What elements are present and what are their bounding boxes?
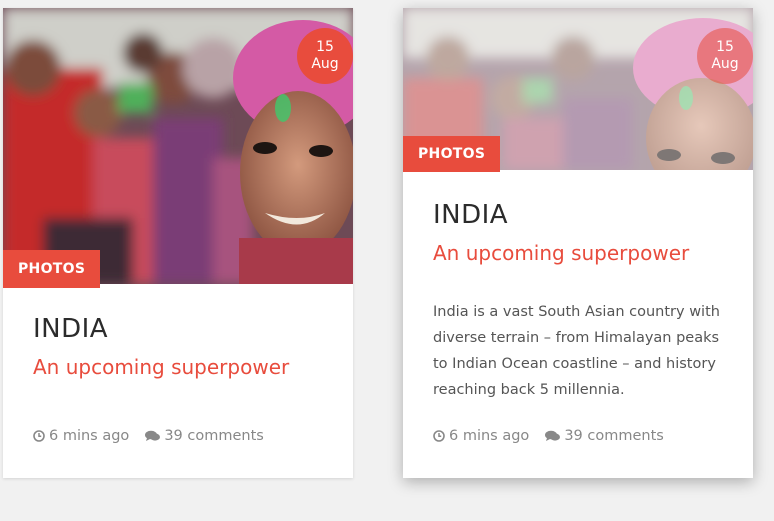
comments-link[interactable]: 39 comments (545, 428, 664, 444)
clock-icon (433, 430, 445, 442)
post-subtitle: An upcoming superpower (33, 355, 290, 379)
date-badge: 15 Aug (297, 28, 353, 84)
post-card[interactable]: 15 Aug PHOTOS INDIA An upcoming superpow… (3, 8, 353, 478)
time-text: 6 mins ago (49, 428, 130, 444)
date-day: 15 (716, 39, 734, 55)
category-tag[interactable]: PHOTOS (3, 250, 101, 288)
category-tag[interactable]: PHOTOS (403, 136, 501, 172)
date-badge: 15 Aug (697, 28, 753, 84)
comments-text: 39 comments (564, 428, 664, 444)
date-day: 15 (316, 39, 334, 55)
post-title[interactable]: INDIA (433, 200, 508, 230)
comments-icon (545, 430, 561, 441)
comments-text: 39 comments (164, 428, 264, 444)
post-time: 6 mins ago (433, 428, 529, 444)
post-excerpt: India is a vast South Asian country with… (433, 304, 720, 398)
clock-icon (33, 430, 45, 442)
date-month: Aug (311, 56, 339, 72)
time-text: 6 mins ago (449, 428, 530, 444)
comments-icon (145, 430, 161, 441)
post-time: 6 mins ago (33, 428, 129, 444)
post-meta: 6 mins ago 39 comments (33, 428, 280, 444)
post-card-hover[interactable]: 15 Aug PHOTOS INDIA An upcoming superpow… (403, 8, 753, 478)
post-subtitle: An upcoming superpower (433, 241, 690, 265)
post-meta: 6 mins ago 39 comments (433, 428, 680, 444)
comments-link[interactable]: 39 comments (145, 428, 264, 444)
date-month: Aug (711, 56, 739, 72)
post-title[interactable]: INDIA (33, 314, 108, 344)
